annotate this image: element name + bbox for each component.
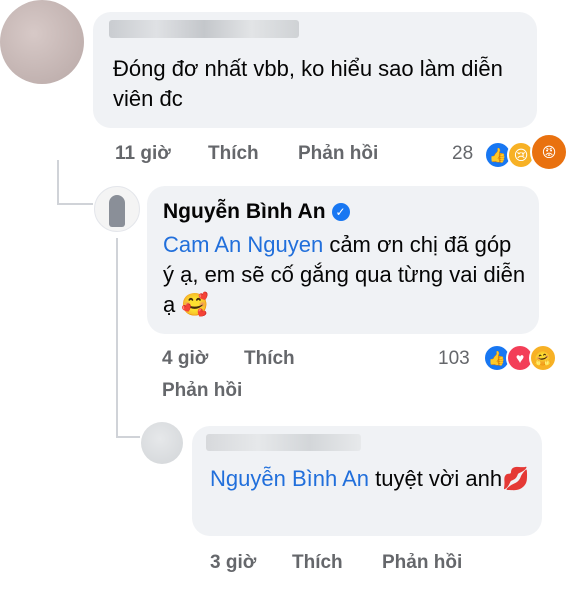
reply-button[interactable]: Phản hồi bbox=[162, 380, 242, 402]
like-button[interactable]: Thích bbox=[292, 552, 343, 574]
comment-body: tuyệt vời anh bbox=[369, 466, 503, 491]
avatar[interactable] bbox=[94, 186, 140, 232]
comment-bubble: Nguyễn Bình An ✓ Cam An Nguyen cảm ơn chị… bbox=[147, 186, 539, 334]
comment-time[interactable]: 4 giờ bbox=[162, 348, 208, 370]
comment-text: Nguyễn Bình An tuyệt vời anh💋 bbox=[210, 464, 530, 494]
smiling-hearts-emoji: 🥰 bbox=[181, 292, 209, 317]
lips-emoji: 💋 bbox=[502, 466, 530, 491]
reaction-count[interactable]: 103 bbox=[438, 348, 470, 370]
mention-link[interactable]: Cam An Nguyen bbox=[163, 232, 323, 257]
comment-bubble: Nguyễn Bình An tuyệt vời anh💋 bbox=[192, 426, 542, 536]
reply-button[interactable]: Phản hồi bbox=[298, 143, 378, 165]
reaction-icons[interactable]: 👍 😢 😡 bbox=[484, 133, 568, 171]
thread-line bbox=[57, 203, 93, 205]
comment-bubble: Đóng đơ nhất vbb, ko hiểu sao làm diễn v… bbox=[93, 12, 537, 128]
reaction-icons[interactable]: 👍 ♥ 🤗 bbox=[483, 344, 557, 372]
reply-button[interactable]: Phản hồi bbox=[382, 552, 462, 574]
reaction-count[interactable]: 28 bbox=[452, 143, 473, 165]
comment-text: Cam An Nguyen cảm ơn chị đã góp ý ạ, em … bbox=[163, 230, 528, 320]
comment-time[interactable]: 11 giờ bbox=[115, 143, 171, 165]
author-name[interactable]: Nguyễn Bình An ✓ bbox=[163, 200, 350, 224]
mention-link[interactable]: Nguyễn Bình An bbox=[210, 466, 369, 491]
verified-icon: ✓ bbox=[331, 203, 350, 221]
angry-icon: 😡 bbox=[530, 133, 568, 171]
author-name[interactable] bbox=[206, 434, 361, 451]
thread-line bbox=[116, 436, 140, 438]
thread-line bbox=[57, 160, 59, 205]
like-button[interactable]: Thích bbox=[244, 348, 295, 370]
author-name[interactable] bbox=[109, 20, 299, 38]
like-button[interactable]: Thích bbox=[208, 143, 259, 165]
avatar[interactable] bbox=[141, 422, 183, 464]
comment-text: Đóng đơ nhất vbb, ko hiểu sao làm diễn v… bbox=[113, 56, 503, 111]
care-icon: 🤗 bbox=[529, 344, 557, 372]
thread-line bbox=[116, 238, 118, 438]
avatar[interactable] bbox=[0, 0, 84, 84]
author-name-text[interactable]: Nguyễn Bình An bbox=[163, 200, 326, 223]
comment-time[interactable]: 3 giờ bbox=[210, 552, 256, 574]
avatar-figure bbox=[109, 195, 125, 227]
